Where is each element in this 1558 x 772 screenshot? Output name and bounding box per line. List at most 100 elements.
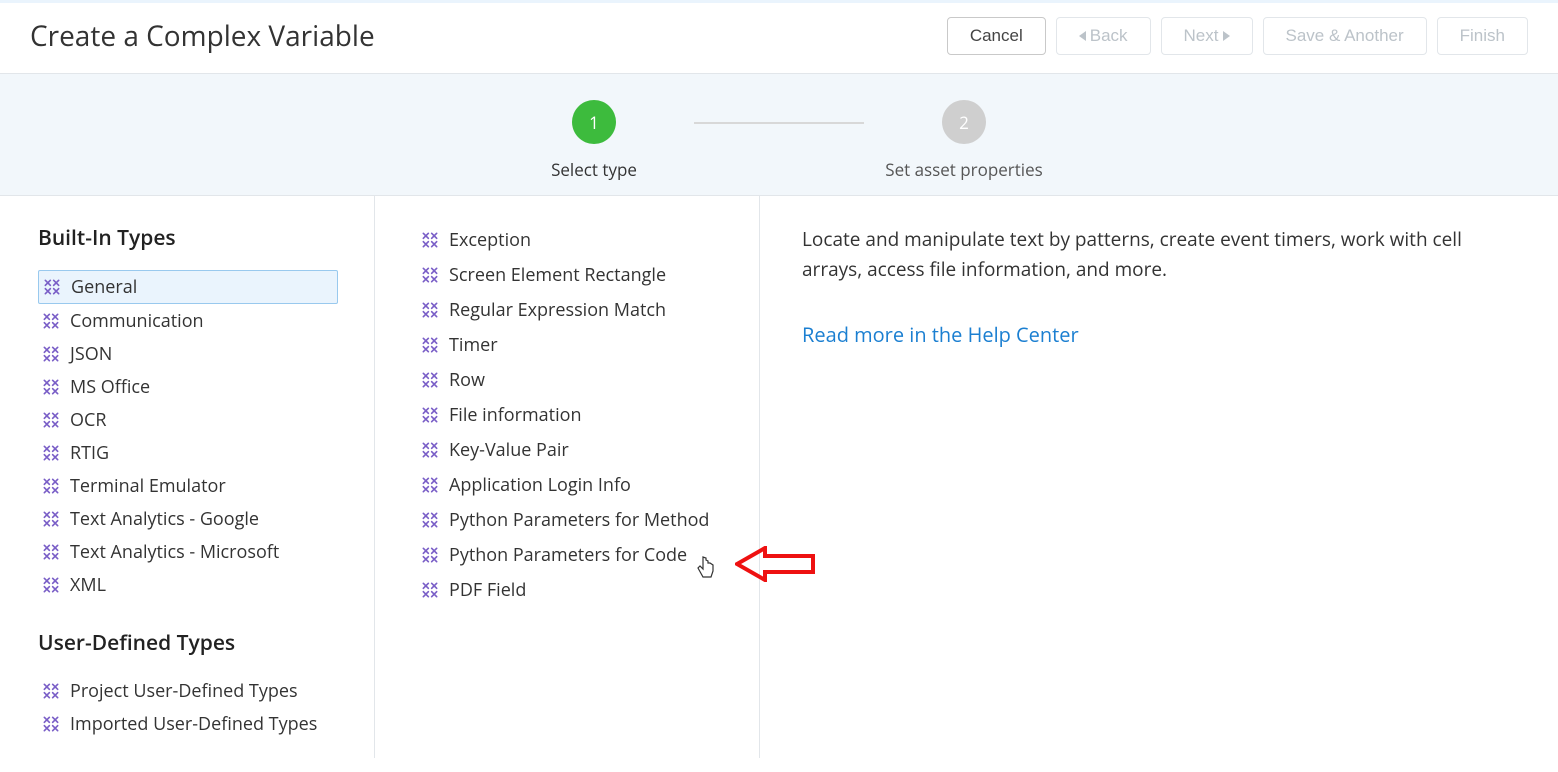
wizard-step-1[interactable]: 1 Select type xyxy=(494,100,694,181)
variable-icon xyxy=(40,680,62,702)
variable-icon xyxy=(419,579,441,601)
type-application-login-info[interactable]: Application Login Info xyxy=(417,469,759,501)
finish-button: Finish xyxy=(1437,17,1528,55)
chevron-right-icon xyxy=(1223,31,1230,41)
category-general[interactable]: General xyxy=(38,270,338,304)
category-label: Project User-Defined Types xyxy=(70,679,298,703)
category-msoffice[interactable]: MS Office xyxy=(38,371,374,403)
variable-icon xyxy=(419,299,441,321)
dialog-title: Create a Complex Variable xyxy=(30,17,375,55)
type-pdf-field[interactable]: PDF Field xyxy=(417,574,759,606)
category-label: OCR xyxy=(70,408,106,432)
variable-icon xyxy=(40,310,62,332)
type-label: PDF Field xyxy=(449,578,526,602)
wizard-step-2: 2 Set asset properties xyxy=(864,100,1064,181)
type-label: Exception xyxy=(449,228,531,252)
next-label: Next xyxy=(1184,26,1219,46)
step-1-circle: 1 xyxy=(572,100,616,144)
userdefined-list: Project User-Defined Types Imported User… xyxy=(38,675,374,740)
cancel-button[interactable]: Cancel xyxy=(947,17,1046,55)
save-another-label: Save & Another xyxy=(1286,26,1404,46)
category-terminal-emulator[interactable]: Terminal Emulator xyxy=(38,470,374,502)
builtin-list: General Communication JSON MS Office OCR… xyxy=(38,270,374,601)
cancel-label: Cancel xyxy=(970,26,1023,46)
type-description: Locate and manipulate text by patterns, … xyxy=(802,224,1522,285)
category-rtig[interactable]: RTIG xyxy=(38,437,374,469)
userdefined-header: User-Defined Types xyxy=(38,629,374,657)
step-2-circle: 2 xyxy=(942,100,986,144)
next-button: Next xyxy=(1161,17,1253,55)
category-label: XML xyxy=(70,573,106,597)
step-connector xyxy=(694,122,864,124)
variable-icon xyxy=(40,442,62,464)
category-label: JSON xyxy=(70,342,112,366)
variable-icon xyxy=(419,334,441,356)
variable-icon xyxy=(419,474,441,496)
category-project-userdefined[interactable]: Project User-Defined Types xyxy=(38,675,374,707)
type-label: Python Parameters for Method xyxy=(449,508,709,532)
type-label: Timer xyxy=(449,333,498,357)
type-key-value-pair[interactable]: Key-Value Pair xyxy=(417,434,759,466)
category-panel: Built-In Types General Communication JSO… xyxy=(0,196,375,758)
variable-icon xyxy=(419,264,441,286)
variable-icon xyxy=(40,343,62,365)
save-another-button: Save & Another xyxy=(1263,17,1427,55)
type-label: Key-Value Pair xyxy=(449,438,569,462)
variable-icon xyxy=(41,276,63,298)
type-label: Python Parameters for Code xyxy=(449,543,687,567)
step-2-label: Set asset properties xyxy=(885,158,1042,181)
back-label: Back xyxy=(1090,26,1128,46)
category-label: General xyxy=(71,275,137,299)
type-file-information[interactable]: File information xyxy=(417,399,759,431)
category-text-analytics-google[interactable]: Text Analytics - Google xyxy=(38,503,374,535)
variable-icon xyxy=(419,404,441,426)
category-label: Text Analytics - Google xyxy=(70,507,259,531)
category-label: Terminal Emulator xyxy=(70,474,226,498)
variable-icon xyxy=(40,713,62,735)
type-label: Application Login Info xyxy=(449,473,631,497)
category-communication[interactable]: Communication xyxy=(38,305,374,337)
type-label: Row xyxy=(449,368,485,392)
category-xml[interactable]: XML xyxy=(38,569,374,601)
type-screen-element-rectangle[interactable]: Screen Element Rectangle xyxy=(417,259,759,291)
variable-icon xyxy=(40,574,62,596)
type-python-params-code[interactable]: Python Parameters for Code xyxy=(417,539,759,571)
variable-icon xyxy=(419,439,441,461)
wizard-progress: 1 Select type 2 Set asset properties xyxy=(0,74,1558,196)
variable-icon xyxy=(419,544,441,566)
type-row[interactable]: Row xyxy=(417,364,759,396)
variable-icon xyxy=(40,508,62,530)
type-timer[interactable]: Timer xyxy=(417,329,759,361)
type-python-params-method[interactable]: Python Parameters for Method xyxy=(417,504,759,536)
variable-icon xyxy=(40,475,62,497)
step-1-label: Select type xyxy=(551,158,637,181)
type-list: Exception Screen Element Rectangle Regul… xyxy=(417,224,759,606)
type-exception[interactable]: Exception xyxy=(417,224,759,256)
category-text-analytics-microsoft[interactable]: Text Analytics - Microsoft xyxy=(38,536,374,568)
chevron-left-icon xyxy=(1079,31,1086,41)
content-area: Built-In Types General Communication JSO… xyxy=(0,196,1558,758)
type-label: Screen Element Rectangle xyxy=(449,263,666,287)
description-panel: Locate and manipulate text by patterns, … xyxy=(760,196,1558,758)
category-label: Text Analytics - Microsoft xyxy=(70,540,279,564)
variable-icon xyxy=(40,409,62,431)
category-label: Communication xyxy=(70,309,204,333)
variable-icon xyxy=(40,376,62,398)
category-label: MS Office xyxy=(70,375,150,399)
category-label: RTIG xyxy=(70,441,109,465)
help-center-link[interactable]: Read more in the Help Center xyxy=(802,321,1079,348)
category-imported-userdefined[interactable]: Imported User-Defined Types xyxy=(38,708,374,740)
button-row: Cancel Back Next Save & Another Finish xyxy=(947,17,1528,55)
type-label: Regular Expression Match xyxy=(449,298,666,322)
type-label: File information xyxy=(449,403,581,427)
finish-label: Finish xyxy=(1460,26,1505,46)
dialog-header: Create a Complex Variable Cancel Back Ne… xyxy=(0,3,1558,74)
builtin-header: Built-In Types xyxy=(38,224,374,252)
type-panel: Exception Screen Element Rectangle Regul… xyxy=(375,196,760,758)
type-regex-match[interactable]: Regular Expression Match xyxy=(417,294,759,326)
variable-icon xyxy=(419,369,441,391)
variable-icon xyxy=(419,229,441,251)
category-json[interactable]: JSON xyxy=(38,338,374,370)
category-ocr[interactable]: OCR xyxy=(38,404,374,436)
variable-icon xyxy=(419,509,441,531)
